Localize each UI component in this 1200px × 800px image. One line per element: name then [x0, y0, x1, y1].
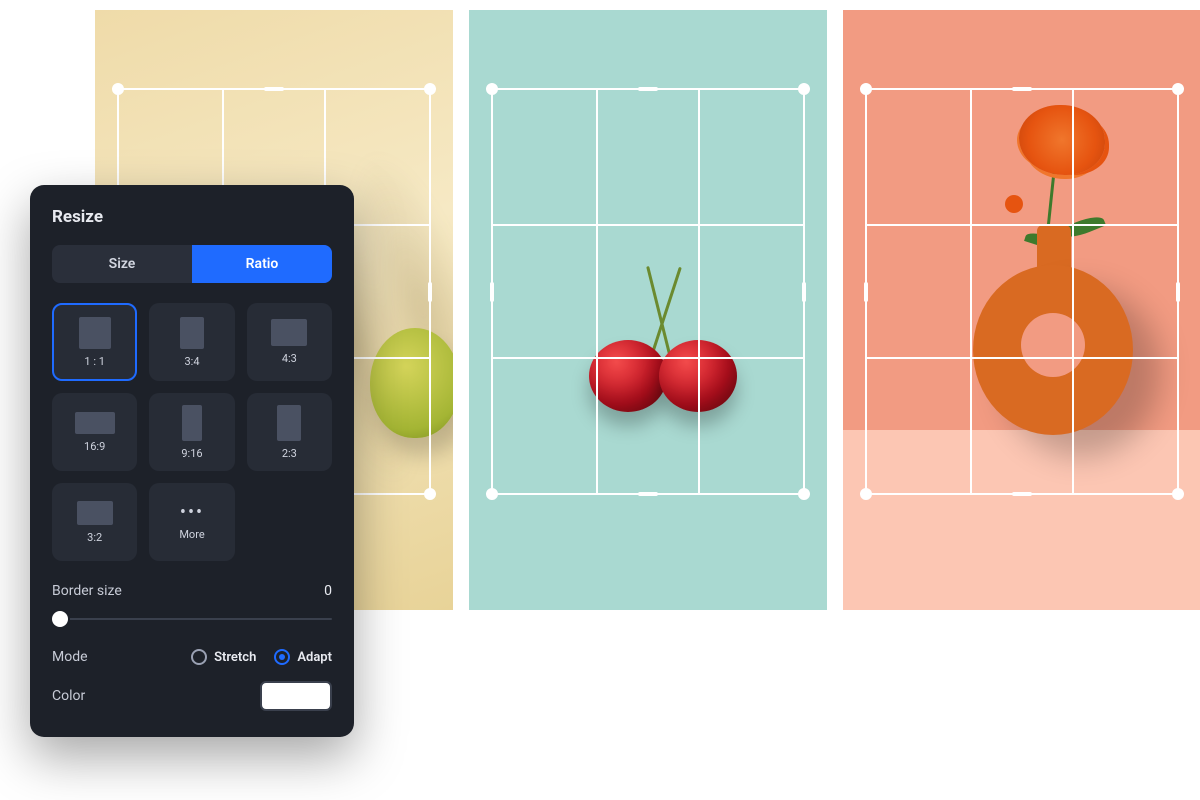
resize-panel: Resize Size Ratio 1 : 1 3:4 4:3 16:9 9:16 2:3…: [30, 185, 354, 737]
mode-radio-stretch[interactable]: Stretch: [191, 649, 256, 665]
radio-dot-icon: [191, 649, 207, 665]
ratio-tile-label: 3:4: [184, 355, 199, 368]
crop-handle-right[interactable]: [1176, 282, 1180, 302]
crop-grid[interactable]: [491, 88, 805, 495]
mode-radio-adapt[interactable]: Adapt: [274, 649, 332, 665]
ratio-tile-label: 16:9: [84, 440, 105, 453]
crop-handle-tr[interactable]: [1172, 83, 1184, 95]
ratio-tile-32[interactable]: 3:2: [52, 483, 137, 561]
ratio-tile-11[interactable]: 1 : 1: [52, 303, 137, 381]
ratio-shape-icon: [180, 317, 204, 349]
crop-handle-left[interactable]: [864, 282, 868, 302]
mode-row: Mode Stretch Adapt: [52, 649, 332, 665]
color-label: Color: [52, 688, 85, 704]
ratio-grid: 1 : 1 3:4 4:3 16:9 9:16 2:3 3:2 ••• More: [52, 303, 332, 561]
border-size-row: Border size 0: [52, 583, 332, 599]
ratio-tile-label: More: [179, 528, 204, 541]
ratio-shape-icon: [277, 405, 301, 441]
crop-handle-br[interactable]: [424, 488, 436, 500]
crop-handle-left[interactable]: [490, 282, 494, 302]
radio-label: Stretch: [214, 650, 256, 665]
crop-handle-top[interactable]: [264, 87, 284, 91]
ratio-tile-label: 4:3: [282, 352, 297, 365]
crop-handle-bottom[interactable]: [1012, 492, 1032, 496]
crop-handle-tl[interactable]: [486, 83, 498, 95]
ratio-tile-label: 9:16: [181, 447, 202, 460]
image-card-2[interactable]: [469, 10, 827, 610]
crop-handle-right[interactable]: [802, 282, 806, 302]
radio-dot-icon: [274, 649, 290, 665]
mode-label: Mode: [52, 649, 88, 665]
ratio-tile-label: 2:3: [282, 447, 297, 460]
ratio-tile-label: 3:2: [87, 531, 102, 544]
border-size-label: Border size: [52, 583, 122, 599]
crop-handle-tr[interactable]: [424, 83, 436, 95]
border-size-value: 0: [324, 583, 332, 599]
crop-handle-br[interactable]: [1172, 488, 1184, 500]
radio-label: Adapt: [297, 650, 332, 665]
slider-thumb[interactable]: [52, 611, 68, 627]
crop-handle-top[interactable]: [638, 87, 658, 91]
ratio-shape-icon: [271, 319, 307, 346]
color-row: Color: [52, 681, 332, 711]
ratio-shape-icon: [75, 412, 115, 434]
ratio-tile-34[interactable]: 3:4: [149, 303, 234, 381]
ratio-shape-icon: [77, 501, 113, 525]
ratio-tile-916[interactable]: 9:16: [149, 393, 234, 471]
crop-handle-br[interactable]: [798, 488, 810, 500]
border-size-slider[interactable]: [52, 607, 332, 631]
crop-handle-top[interactable]: [1012, 87, 1032, 91]
crop-handle-tl[interactable]: [112, 83, 124, 95]
crop-handle-bottom[interactable]: [638, 492, 658, 496]
mode-radios: Stretch Adapt: [191, 649, 332, 665]
crop-handle-bl[interactable]: [860, 488, 872, 500]
more-icon: •••: [180, 504, 204, 522]
ratio-tile-more[interactable]: ••• More: [149, 483, 234, 561]
ratio-shape-icon: [79, 317, 111, 349]
ratio-tile-43[interactable]: 4:3: [247, 303, 332, 381]
resize-tabs: Size Ratio: [52, 245, 332, 283]
tab-size[interactable]: Size: [52, 245, 192, 283]
ratio-tile-169[interactable]: 16:9: [52, 393, 137, 471]
crop-handle-tr[interactable]: [798, 83, 810, 95]
color-swatch[interactable]: [260, 681, 332, 711]
tab-ratio[interactable]: Ratio: [192, 245, 332, 283]
slider-track: [52, 618, 332, 620]
crop-grid[interactable]: [865, 88, 1179, 495]
ratio-tile-23[interactable]: 2:3: [247, 393, 332, 471]
crop-handle-bl[interactable]: [486, 488, 498, 500]
crop-handle-tl[interactable]: [860, 83, 872, 95]
ratio-tile-label: 1 : 1: [84, 355, 105, 368]
image-card-3[interactable]: [843, 10, 1200, 610]
crop-handle-right[interactable]: [428, 282, 432, 302]
ratio-shape-icon: [182, 405, 202, 441]
panel-title: Resize: [52, 207, 332, 227]
